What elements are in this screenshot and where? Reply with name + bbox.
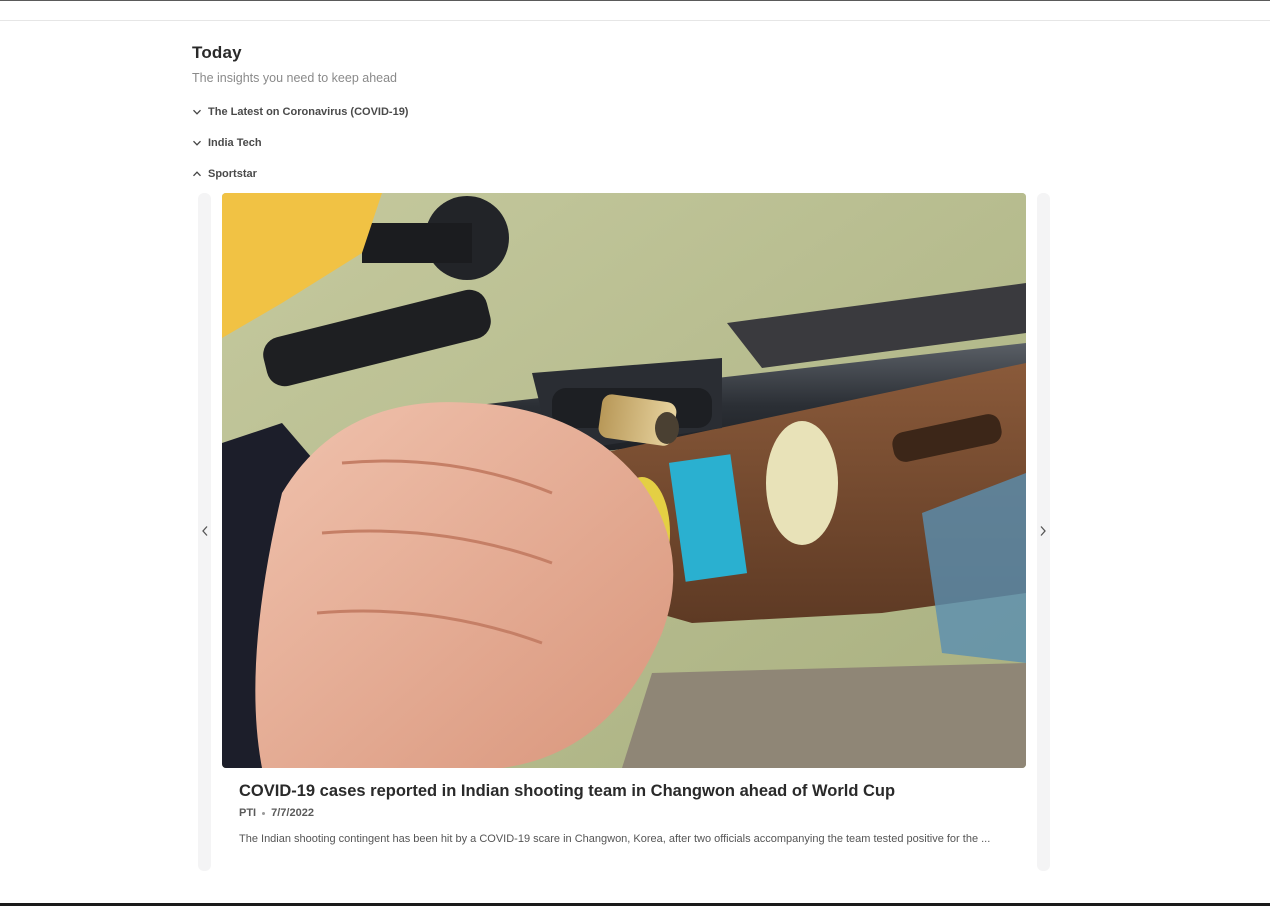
news-card-meta: PTI 7/7/2022 bbox=[239, 807, 314, 819]
today-header: Today The insights you need to keep ahea… bbox=[192, 42, 397, 86]
section-coronavirus[interactable]: The Latest on Coronavirus (COVID-19) bbox=[192, 104, 408, 120]
news-card-summary: The Indian shooting contingent has been … bbox=[239, 833, 991, 845]
chevron-left-icon bbox=[201, 525, 209, 537]
chevron-down-icon bbox=[192, 107, 202, 117]
section-india-tech[interactable]: India Tech bbox=[192, 135, 262, 151]
sportstar-carousel: COVID-19 cases reported in Indian shooti… bbox=[198, 193, 1050, 871]
separator-dot bbox=[262, 811, 266, 815]
chevron-right-icon bbox=[1039, 525, 1047, 537]
news-card-date: 7/7/2022 bbox=[271, 807, 314, 819]
carousel-next-button[interactable] bbox=[1036, 521, 1050, 541]
section-label: Sportstar bbox=[208, 168, 257, 180]
top-border bbox=[0, 0, 1270, 1]
header-divider bbox=[0, 20, 1270, 21]
carousel-prev-button[interactable] bbox=[198, 521, 212, 541]
section-label: India Tech bbox=[208, 137, 262, 149]
news-card-title[interactable]: COVID-19 cases reported in Indian shooti… bbox=[239, 780, 1019, 802]
news-card-image[interactable] bbox=[222, 193, 1026, 768]
section-sportstar[interactable]: Sportstar bbox=[192, 166, 257, 182]
news-card-source: PTI bbox=[239, 807, 257, 819]
page-subtitle: The insights you need to keep ahead bbox=[192, 71, 398, 85]
chevron-up-icon bbox=[192, 169, 202, 179]
news-card[interactable]: COVID-19 cases reported in Indian shooti… bbox=[222, 193, 1026, 871]
page-title: Today bbox=[192, 43, 242, 62]
section-label: The Latest on Coronavirus (COVID-19) bbox=[208, 106, 409, 118]
chevron-down-icon bbox=[192, 138, 202, 148]
